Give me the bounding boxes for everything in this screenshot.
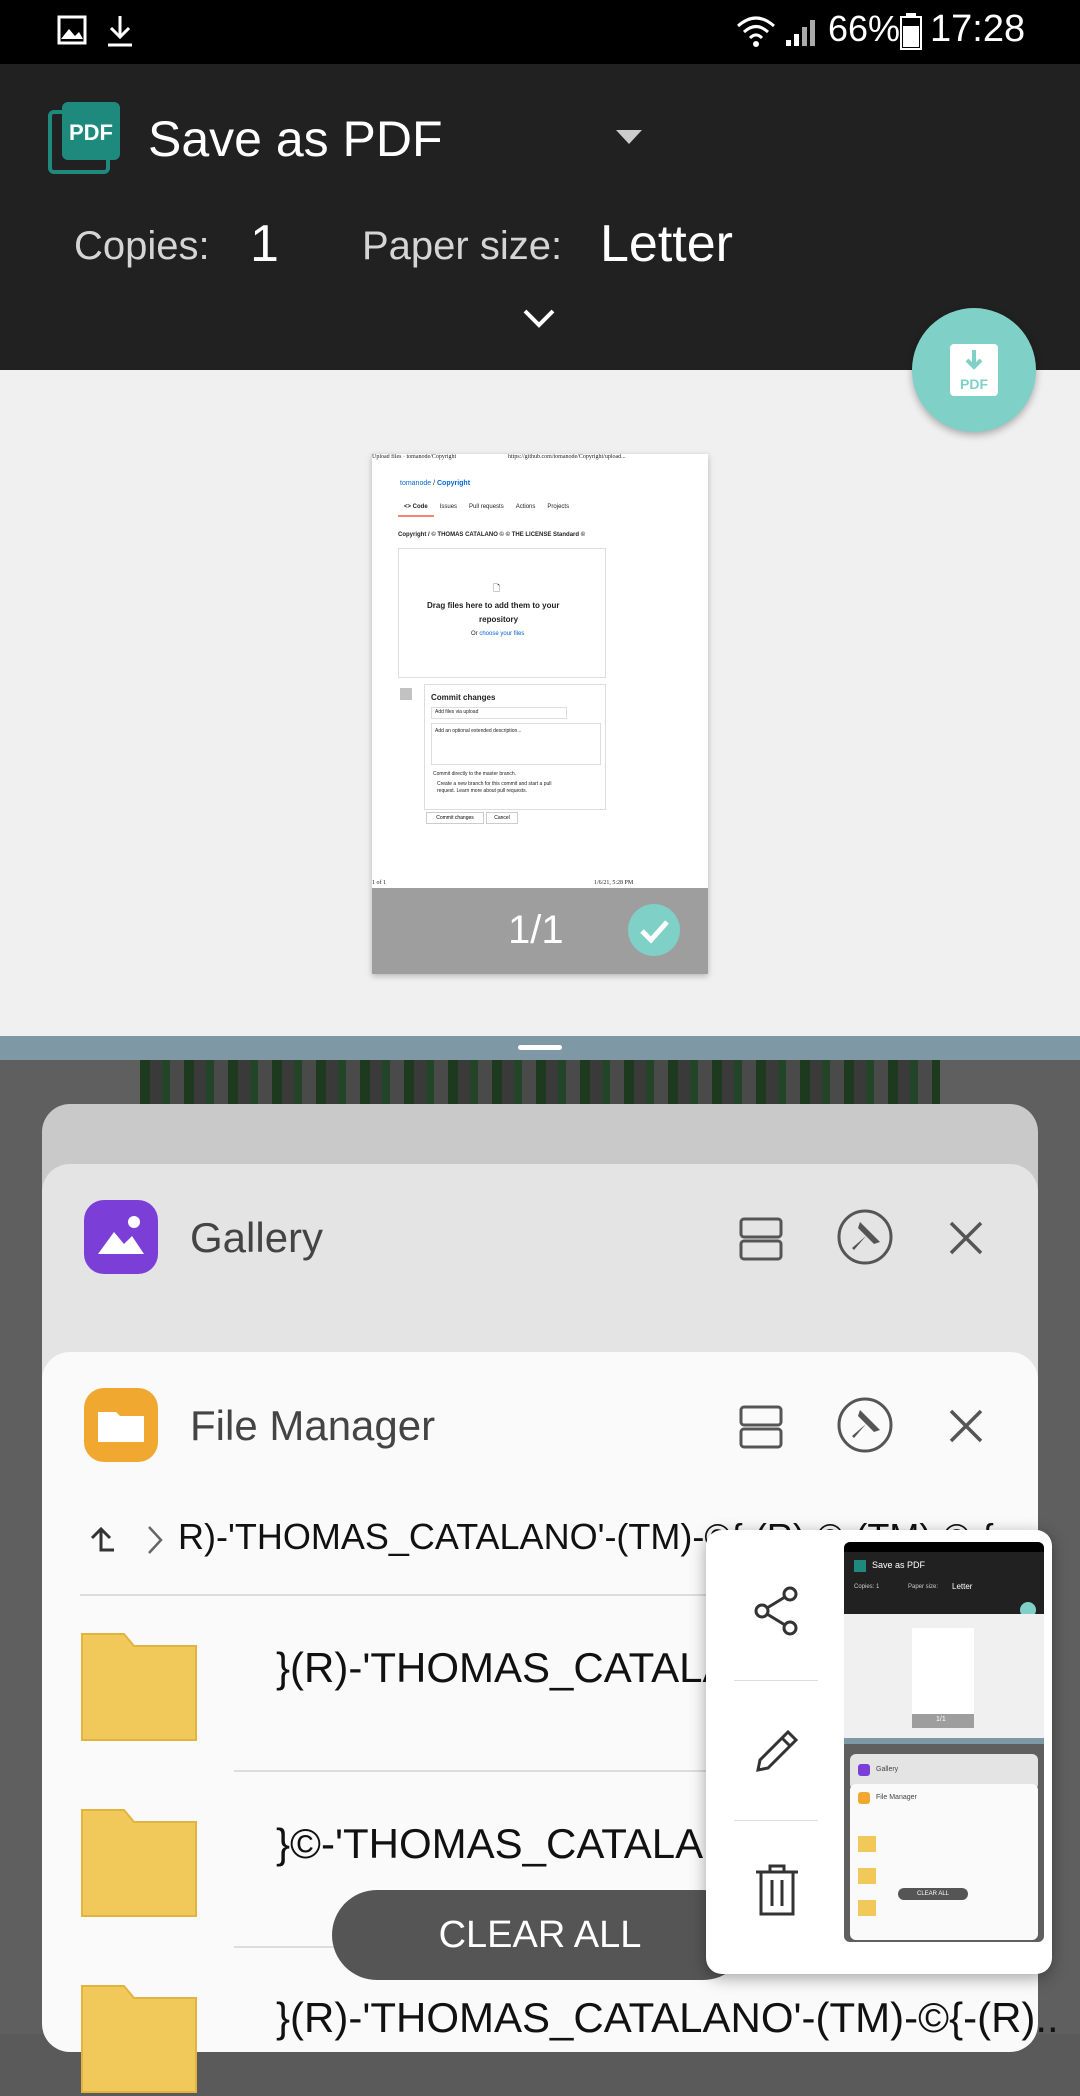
preview-commit-button: Commit changes bbox=[426, 812, 484, 824]
page-count: 1/1 bbox=[508, 908, 564, 952]
preview-avatar bbox=[400, 688, 412, 700]
preview-tab-underline bbox=[398, 515, 434, 517]
file-manager-app-icon bbox=[84, 1388, 158, 1462]
preview-commit-title: Commit changes bbox=[431, 693, 496, 702]
mini-paper: Paper size: bbox=[908, 1584, 939, 1590]
pin-icon[interactable] bbox=[836, 1396, 894, 1454]
gallery-card-title: Gallery bbox=[190, 1214, 324, 1261]
download-icon bbox=[108, 16, 132, 47]
delete-icon[interactable] bbox=[752, 1862, 802, 1918]
split-screen-icon[interactable] bbox=[738, 1404, 784, 1450]
preview-drop-line2: repository bbox=[479, 615, 519, 624]
preview-footer-right: 1/6/21, 5:28 PM bbox=[594, 880, 634, 886]
share-icon[interactable] bbox=[750, 1584, 804, 1638]
close-icon[interactable] bbox=[948, 1408, 984, 1444]
preview-drop-line1: Drag files here to add them to your bbox=[427, 601, 560, 610]
popup-divider bbox=[734, 1820, 818, 1821]
preview-footer-left: 1 of 1 bbox=[372, 880, 386, 886]
divider-handle[interactable] bbox=[518, 1045, 562, 1050]
signal-icon bbox=[786, 20, 815, 46]
chevron-right-icon bbox=[148, 1526, 163, 1554]
pdf-download-icon: PDF bbox=[950, 344, 998, 396]
preview-drop-or: Or choose your files bbox=[471, 631, 525, 637]
preview-commit-desc: Add an optional extended description... bbox=[431, 723, 601, 765]
popup-divider bbox=[734, 1680, 818, 1681]
background-thumbnail bbox=[140, 1060, 940, 1104]
gallery-icon bbox=[57, 15, 87, 45]
close-icon[interactable] bbox=[948, 1220, 984, 1256]
mini-letter: Letter bbox=[952, 1582, 973, 1591]
mini-page bbox=[912, 1628, 974, 1728]
gallery-app-icon bbox=[84, 1200, 158, 1274]
preview-commit-input: Add files via upload bbox=[431, 707, 567, 719]
wifi-icon bbox=[737, 16, 775, 47]
check-icon[interactable] bbox=[628, 904, 680, 956]
mini-files-card: File Manager CLEAR ALL bbox=[850, 1784, 1038, 1940]
mini-preview-area: 1/1 bbox=[844, 1614, 1044, 1738]
dropdown-triangle-icon[interactable] bbox=[614, 128, 644, 146]
print-preview-area: Upload files · tomanode/Copyright https:… bbox=[0, 370, 1080, 1036]
printer-select[interactable]: Save as PDF bbox=[148, 110, 443, 168]
pdf-printer-icon: PDF bbox=[48, 102, 120, 174]
pin-icon[interactable] bbox=[836, 1208, 894, 1266]
screenshot-thumbnail[interactable]: Save as PDF Copies: 1 Paper size: Letter… bbox=[844, 1542, 1044, 1942]
split-screen-icon[interactable] bbox=[738, 1216, 784, 1262]
mini-status-bar bbox=[844, 1542, 1044, 1552]
preview-commit-opt2a: Create a new branch for this commit and … bbox=[437, 781, 552, 787]
preview-dropzone: 🗋 Drag files here to add them to your re… bbox=[398, 548, 606, 678]
folder-icon bbox=[81, 1809, 197, 1917]
status-bar: 66% 17:28 bbox=[0, 0, 1080, 64]
chevron-down-icon[interactable] bbox=[522, 308, 556, 330]
preview-file-icon: 🗋 bbox=[493, 583, 501, 593]
preview-cancel-button: Cancel bbox=[486, 812, 518, 824]
edit-icon[interactable] bbox=[750, 1724, 804, 1778]
clock: 17:28 bbox=[930, 8, 1026, 50]
preview-commit-opt2b: request. Learn more about pull requests. bbox=[437, 788, 528, 794]
mini-recents: Gallery File Manager CLEAR ALL bbox=[844, 1744, 1044, 1942]
page-footer-bar: 1/1 bbox=[372, 888, 708, 974]
folder-icon bbox=[81, 1985, 197, 2093]
save-pdf-button[interactable]: PDF bbox=[912, 308, 1036, 432]
mini-copies: Copies: 1 bbox=[854, 1584, 880, 1590]
battery-icon bbox=[900, 13, 922, 50]
mini-pdf-icon bbox=[854, 1560, 866, 1572]
preview-header-right: https://github.com/tomanode/Copyright/up… bbox=[508, 454, 626, 460]
list-item[interactable]: }(R)-'THOMAS_CATALANO'-(TM)-©{-(R).. bbox=[80, 1966, 1059, 2093]
paper-size-select[interactable]: Letter bbox=[600, 214, 733, 274]
copies-label: Copies: bbox=[74, 224, 210, 268]
page-preview[interactable]: Upload files · tomanode/Copyright https:… bbox=[372, 454, 708, 974]
mini-title: Save as PDF bbox=[872, 1560, 926, 1570]
preview-tabs: <> Code Issues Pull requests Actions Project… bbox=[404, 504, 570, 510]
up-arrow-icon[interactable] bbox=[86, 1524, 116, 1554]
preview-commit-opt1: Commit directly to the master branch. bbox=[433, 771, 517, 777]
paper-size-label: Paper size: bbox=[362, 224, 563, 268]
clear-all-button[interactable]: CLEAR ALL bbox=[332, 1890, 748, 1980]
preview-path: Copyright / © THOMAS CATALANO © © THE LI… bbox=[398, 532, 586, 538]
screenshot-popup: Save as PDF Copies: 1 Paper size: Letter… bbox=[706, 1530, 1052, 1974]
copies-input[interactable]: 1 bbox=[250, 214, 279, 274]
mini-page-footer: 1/1 bbox=[912, 1714, 974, 1728]
mini-header: Save as PDF Copies: 1 Paper size: Letter bbox=[844, 1552, 1044, 1614]
folder-name: }©-'THOMAS_CATALANO' bbox=[276, 1820, 775, 1867]
folder-name: }(R)-'THOMAS_CATALANO'-(TM)-©{-(R).. bbox=[276, 1994, 1059, 2041]
preview-repo: tomanode / Copyright bbox=[400, 480, 471, 487]
file-manager-card-title: File Manager bbox=[190, 1402, 436, 1449]
svg-text:PDF: PDF bbox=[960, 376, 988, 392]
battery-percent: 66% bbox=[828, 8, 901, 49]
folder-icon bbox=[81, 1633, 197, 1741]
split-divider[interactable] bbox=[0, 1036, 1080, 1060]
preview-commit-box: Commit changes Add files via upload Add … bbox=[424, 684, 606, 810]
print-options-header: PDF Save as PDF Copies: 1 Paper size: Le… bbox=[0, 64, 1080, 370]
preview-header-left: Upload files · tomanode/Copyright bbox=[372, 454, 457, 460]
svg-text:PDF: PDF bbox=[69, 120, 113, 145]
